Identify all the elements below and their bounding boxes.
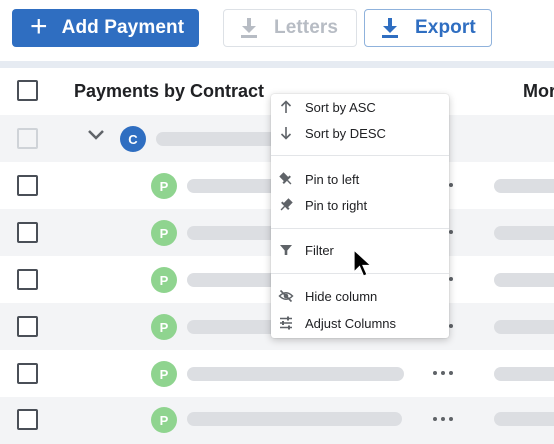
menu-item-label: Filter [305, 242, 334, 258]
payment-avatar: P [151, 220, 177, 246]
menu-item-label: Pin to left [305, 171, 360, 187]
pin-icon [280, 198, 293, 211]
placeholder-text [187, 367, 404, 381]
mouse-pointer-icon [353, 249, 373, 277]
payment-avatar: P [151, 267, 177, 293]
placeholder-text [156, 132, 286, 146]
arrow-up-icon [280, 100, 292, 113]
menu-item-label: Sort by ASC [305, 99, 376, 115]
filter-icon [280, 245, 292, 255]
add-payment-button[interactable]: + Add Payment [12, 9, 199, 47]
row-checkbox [17, 128, 38, 149]
chevron-down-icon[interactable] [87, 129, 105, 141]
row-checkbox[interactable] [17, 363, 38, 384]
placeholder-text [494, 273, 554, 287]
eye-off-icon [278, 289, 294, 303]
menu-divider [271, 155, 449, 156]
row-checkbox[interactable] [17, 316, 38, 337]
letters-button[interactable]: Letters [223, 9, 357, 47]
menu-item-label: Hide column [305, 288, 378, 304]
placeholder-text [494, 226, 554, 240]
payment-avatar: P [151, 173, 177, 199]
menu-item-label: Pin to right [305, 197, 368, 213]
export-label: Export [415, 17, 476, 38]
payment-avatar: P [151, 361, 177, 387]
row-checkbox[interactable] [17, 409, 38, 430]
pin-icon [279, 172, 292, 185]
export-button[interactable]: Export [364, 9, 492, 47]
more-actions-icon[interactable] [433, 417, 453, 423]
placeholder-text [494, 179, 554, 193]
select-all-checkbox[interactable] [17, 80, 38, 101]
menu-item-sort-asc[interactable]: Sort by ASC [271, 94, 449, 120]
payment-avatar: P [151, 407, 177, 433]
column-menu: Sort by ASC Sort by DESC Pin to left Pin [271, 94, 449, 338]
menu-item-adjust-columns[interactable]: Adjust Columns [271, 310, 449, 336]
placeholder-text [494, 412, 554, 426]
plus-icon: + [30, 9, 48, 43]
add-payment-label: Add Payment [61, 17, 185, 38]
row-checkbox[interactable] [17, 269, 38, 290]
download-icon [241, 18, 257, 38]
more-actions-icon[interactable] [433, 371, 453, 377]
placeholder-text [494, 367, 554, 381]
toolbar-divider [0, 61, 554, 68]
letters-label: Letters [274, 17, 339, 38]
payment-avatar: P [151, 314, 177, 340]
menu-item-label: Adjust Columns [305, 315, 397, 331]
menu-item-pin-left[interactable]: Pin to left [271, 166, 449, 192]
menu-item-label: Sort by DESC [305, 125, 386, 141]
menu-item-hide-column[interactable]: Hide column [271, 283, 449, 309]
download-icon [382, 18, 398, 38]
menu-divider [271, 228, 449, 229]
row-checkbox[interactable] [17, 175, 38, 196]
placeholder-text [187, 412, 402, 426]
menu-item-pin-right[interactable]: Pin to right [271, 192, 449, 218]
menu-item-sort-desc[interactable]: Sort by DESC [271, 120, 449, 146]
arrow-down-icon [280, 127, 292, 140]
row-checkbox[interactable] [17, 222, 38, 243]
table-row[interactable]: P [0, 350, 554, 397]
column-header-payments-by-contract[interactable]: Payments by Contract [74, 81, 264, 102]
placeholder-text [494, 320, 554, 334]
contract-avatar: C [120, 126, 146, 152]
table-row[interactable]: P [0, 397, 554, 444]
tune-icon [280, 316, 292, 330]
column-header-next[interactable]: Mor [523, 81, 554, 102]
